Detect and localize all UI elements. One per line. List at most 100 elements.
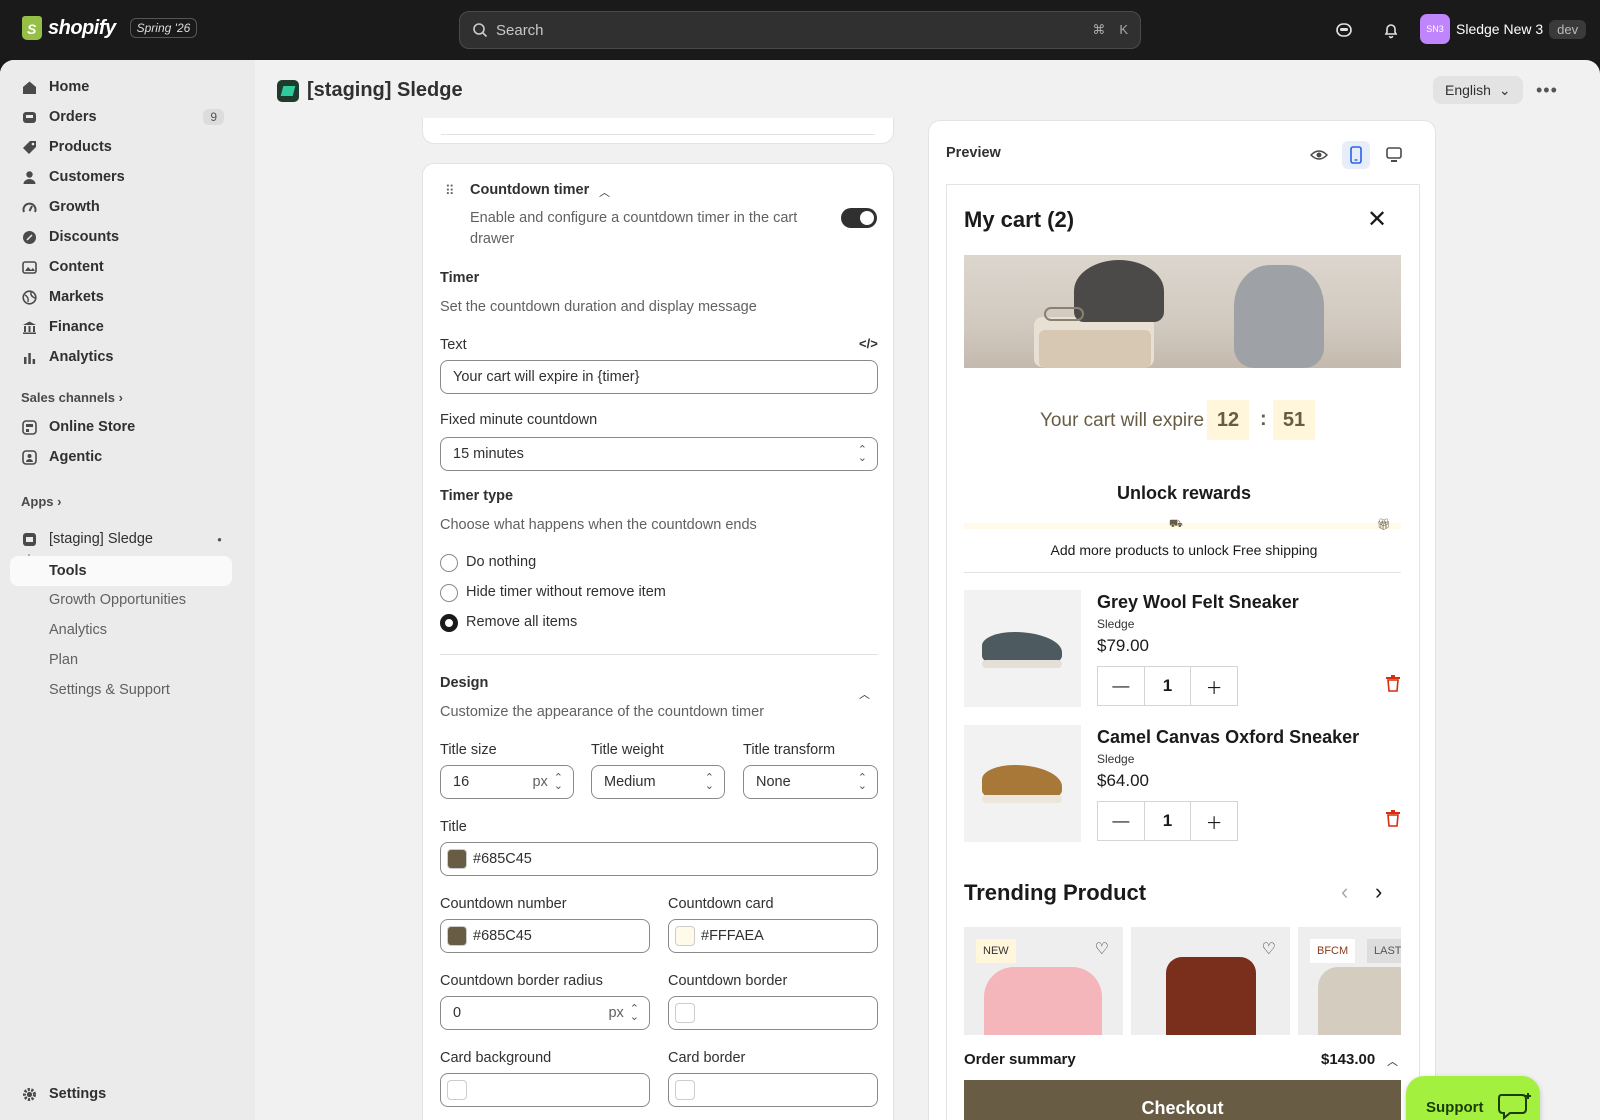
color-swatch[interactable] xyxy=(675,1003,695,1023)
drag-handle-icon[interactable]: ⠿ xyxy=(445,183,456,199)
color-swatch[interactable] xyxy=(675,1080,695,1100)
trending-card[interactable]: NEW ♡ xyxy=(964,927,1123,1035)
countdown-number-input[interactable]: #685C45 xyxy=(440,919,650,953)
color-swatch[interactable] xyxy=(447,849,467,869)
chevron-up-icon[interactable]: ︿ xyxy=(1387,1053,1398,1069)
stepper-icon[interactable]: ⌃ ⌄ xyxy=(630,1004,639,1023)
sidebar-item-growth[interactable]: Growth xyxy=(10,193,232,221)
sidebar-item-label: Markets xyxy=(49,289,104,305)
countdown-card-input[interactable]: #FFFAEA xyxy=(668,919,878,953)
radio-hide-timer[interactable] xyxy=(440,584,458,602)
quantity-stepper[interactable]: —1 ＋ xyxy=(1097,666,1238,706)
sidebar-sub-plan[interactable]: Plan xyxy=(49,652,78,668)
product-name[interactable]: Grey Wool Felt Sneaker xyxy=(1097,592,1299,613)
color-swatch[interactable] xyxy=(447,926,467,946)
trash-icon[interactable] xyxy=(1385,675,1401,695)
card-background-input[interactable] xyxy=(440,1073,650,1107)
sidebar-item-products[interactable]: Products xyxy=(10,133,232,161)
quantity-value[interactable]: 1 xyxy=(1143,802,1192,840)
sidebar-item-finance[interactable]: Finance xyxy=(10,313,232,341)
quantity-value[interactable]: 1 xyxy=(1143,667,1192,705)
option-hide-timer-label[interactable]: Hide timer without remove item xyxy=(466,584,666,600)
chevron-up-icon[interactable]: ︿ xyxy=(599,184,610,200)
sidebar-sub-analytics[interactable]: Analytics xyxy=(49,622,107,638)
sidebar-item-analytics[interactable]: Analytics xyxy=(10,343,232,371)
chevron-left-icon[interactable]: ‹ xyxy=(1341,879,1348,905)
mobile-view-icon[interactable] xyxy=(1342,141,1370,169)
language-select[interactable]: English ⌄ xyxy=(1433,76,1523,104)
color-swatch[interactable] xyxy=(675,926,695,946)
sidebar-item-label: Agentic xyxy=(49,449,103,465)
stepper-icon[interactable]: ⌃ ⌄ xyxy=(554,773,563,792)
border-radius-input[interactable]: 0 px ⌃ ⌄ xyxy=(440,996,650,1030)
minus-icon[interactable]: — xyxy=(1098,802,1144,840)
sidebar-sub-settings-support[interactable]: Settings & Support xyxy=(49,682,170,698)
bell-icon[interactable] xyxy=(1381,20,1401,40)
search-input[interactable]: Search ⌘ K xyxy=(459,11,1141,49)
countdown-toggle[interactable] xyxy=(841,208,877,228)
code-icon[interactable]: </> xyxy=(859,336,878,351)
eye-icon[interactable] xyxy=(1305,141,1333,169)
product-thumbnail[interactable] xyxy=(964,590,1081,707)
title-weight-select[interactable]: Medium ⌃ ⌄ xyxy=(591,765,725,799)
checkout-button[interactable]: Checkout xyxy=(964,1080,1401,1120)
quantity-stepper[interactable]: —1 ＋ xyxy=(1097,801,1238,841)
countdown-border-input[interactable] xyxy=(668,996,878,1030)
sidebar-item-home[interactable]: Home xyxy=(10,73,232,101)
sidebar-item-discounts[interactable]: Discounts xyxy=(10,223,232,251)
sidebar-item-customers[interactable]: Customers xyxy=(10,163,232,191)
account-menu[interactable]: SN3 Sledge New 3 dev xyxy=(1420,14,1587,44)
title-color-label: Title xyxy=(440,819,467,835)
shopify-logo[interactable]: shopify Spring '26 xyxy=(22,16,198,40)
trending-card[interactable]: ♡ xyxy=(1131,927,1290,1035)
sidebar-item-content[interactable]: Content xyxy=(10,253,232,281)
sidebar-item-markets[interactable]: Markets xyxy=(10,283,232,311)
sidebar-item-settings[interactable]: Settings xyxy=(10,1080,232,1108)
card-border-input[interactable] xyxy=(668,1073,878,1107)
plus-icon[interactable]: ＋ xyxy=(1191,667,1237,705)
fixed-countdown-select[interactable]: 15 minutes ⌃ ⌄ xyxy=(440,437,878,471)
product-name[interactable]: Camel Canvas Oxford Sneaker xyxy=(1097,727,1359,748)
radio-remove-all-items[interactable] xyxy=(440,614,458,632)
page-title: [staging] Sledge xyxy=(277,79,463,102)
title-size-input[interactable]: 16 px ⌃ ⌄ xyxy=(440,765,574,799)
option-remove-all-label[interactable]: Remove all items xyxy=(466,614,577,630)
heart-icon[interactable]: ♡ xyxy=(1095,939,1109,959)
heart-icon[interactable]: ♡ xyxy=(1262,939,1276,959)
radio-do-nothing[interactable] xyxy=(440,554,458,572)
plus-icon[interactable]: ＋ xyxy=(1191,802,1237,840)
account-name: Sledge New 3 xyxy=(1456,21,1544,37)
sidebar-item-label: Growth xyxy=(49,199,100,215)
order-summary-label[interactable]: Order summary xyxy=(964,1051,1076,1068)
support-button[interactable]: Support xyxy=(1406,1076,1540,1120)
chat-icon[interactable] xyxy=(1334,20,1354,40)
sidebar-item-agentic[interactable]: Agentic xyxy=(10,443,232,471)
title-transform-select[interactable]: None ⌃ ⌄ xyxy=(743,765,878,799)
apps-heading[interactable]: Apps › xyxy=(21,494,61,509)
product-thumbnail[interactable] xyxy=(964,725,1081,842)
sidebar-item-online-store[interactable]: Online Store xyxy=(10,413,232,441)
chevron-right-icon[interactable]: › xyxy=(1375,879,1382,905)
divider xyxy=(440,654,878,655)
sales-channels-heading[interactable]: Sales channels › xyxy=(21,390,123,405)
promo-banner-image xyxy=(964,255,1401,368)
close-icon[interactable]: ✕ xyxy=(1367,205,1387,234)
title-color-input[interactable]: #685C45 xyxy=(440,842,878,876)
section-title[interactable]: Countdown timer xyxy=(470,182,589,198)
section-description-2: drawer xyxy=(470,231,515,247)
sidebar-item-orders[interactable]: Orders 9 xyxy=(10,103,232,131)
more-actions-icon[interactable]: ••• xyxy=(1536,80,1558,101)
minus-icon[interactable]: — xyxy=(1098,667,1144,705)
trending-card[interactable]: BFCM LAST xyxy=(1298,927,1401,1035)
sidebar-item-label: [staging] Sledge xyxy=(49,531,153,547)
sidebar-sub-growth-opportunities[interactable]: Growth Opportunities xyxy=(49,592,186,608)
color-swatch[interactable] xyxy=(447,1080,467,1100)
jacket-shape xyxy=(1166,957,1256,1035)
text-input[interactable]: Your cart will expire in {timer} xyxy=(440,360,878,394)
option-do-nothing-label[interactable]: Do nothing xyxy=(466,554,536,570)
chevron-up-icon[interactable]: ︿ xyxy=(859,686,870,702)
sidebar-item-staging-sledge[interactable]: [staging] Sledge ● xyxy=(10,525,232,553)
desktop-view-icon[interactable] xyxy=(1380,141,1408,169)
sidebar-sub-tools[interactable]: Tools xyxy=(10,556,232,586)
trash-icon[interactable] xyxy=(1385,810,1401,830)
